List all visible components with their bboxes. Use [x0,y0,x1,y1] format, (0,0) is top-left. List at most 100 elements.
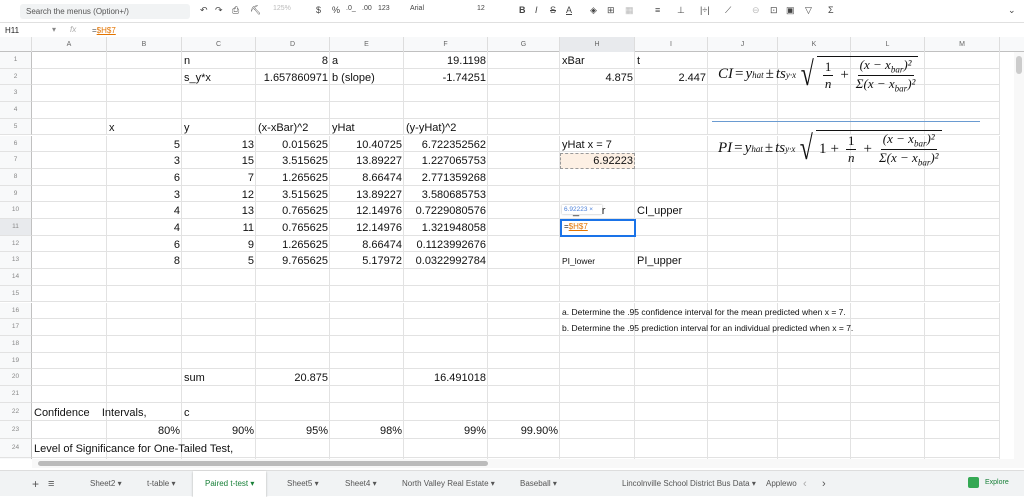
grid-cell[interactable] [708,285,778,303]
grid-cell[interactable] [330,402,404,421]
grid-cell[interactable] [404,319,488,336]
cell-f6[interactable]: 6.722352562 [404,136,488,153]
grid-cell[interactable] [560,386,635,403]
cell-h1[interactable]: xBar [560,52,587,69]
grid-cell[interactable] [256,335,330,353]
grid-cell[interactable] [925,68,1000,86]
grid-cell[interactable] [708,185,778,203]
grid-cell[interactable] [635,352,708,370]
grid-cell[interactable] [488,202,560,219]
grid-cell[interactable] [182,52,256,69]
grid-cell[interactable] [107,85,182,103]
grid-cell[interactable] [330,319,404,336]
grid-cell[interactable] [330,285,404,303]
grid-cell[interactable] [925,319,1000,336]
grid-cell[interactable] [32,319,107,336]
grid-cell[interactable] [488,235,560,253]
grid-cell[interactable] [182,402,256,421]
grid-cell[interactable] [488,68,560,86]
grid-cell[interactable] [330,369,404,386]
grid-cell[interactable] [107,335,182,353]
grid-cell[interactable] [851,421,925,440]
row-header-22[interactable]: 22 [0,402,32,421]
grid-cell[interactable] [32,369,107,386]
row-header-9[interactable]: 9 [0,185,32,203]
row-header-21[interactable]: 21 [0,386,32,403]
grid-cell[interactable] [32,335,107,353]
grid-cell[interactable] [404,439,488,458]
cell-c1[interactable]: n [182,52,192,69]
row-header-1[interactable]: 1 [0,52,32,69]
grid-cell[interactable] [778,335,851,353]
grid-cell[interactable] [182,386,256,403]
cell-b11[interactable]: 4 [107,219,182,236]
grid-cell[interactable] [851,335,925,353]
column-header-j[interactable]: J [708,37,778,52]
row-header-13[interactable]: 13 [0,252,32,270]
grid-cell[interactable] [107,118,182,136]
cell-d6[interactable]: 0.015625 [256,136,330,153]
cell-c5[interactable]: y [182,119,192,136]
column-header-l[interactable]: L [851,37,925,52]
grid-cell[interactable] [107,269,182,286]
grid-cell[interactable] [488,386,560,403]
grid-cell[interactable] [925,219,1000,236]
scroll-tabs-left-button[interactable]: ‹ [803,471,807,497]
grid-cell[interactable] [851,185,925,203]
grid-cell[interactable] [488,402,560,421]
borders-icon[interactable]: ⊞ [607,5,615,16]
grid-cell[interactable] [925,302,1000,320]
grid-cell[interactable] [925,185,1000,203]
grid-cell[interactable] [635,135,708,153]
grid-cell[interactable] [256,352,330,370]
cell-f2[interactable]: -1.74251 [404,69,488,86]
grid-cell[interactable] [635,439,708,458]
row-header-11[interactable]: 11 [0,219,32,236]
grid-cell[interactable] [925,439,1000,458]
grid-cell[interactable] [635,219,708,236]
grid-cell[interactable] [182,85,256,103]
grid-cell[interactable] [32,85,107,103]
vertical-scroll-thumb[interactable] [1016,56,1022,74]
grid-cell[interactable] [708,269,778,286]
sheet-tab-applewo[interactable]: Applewo [754,471,809,497]
row-header-2[interactable]: 2 [0,68,32,86]
grid-cell[interactable] [851,402,925,421]
cell-f13[interactable]: 0.0322992784 [404,252,488,269]
formula-input[interactable]: =$H$7 [92,26,116,35]
grid-cell[interactable] [851,219,925,236]
grid-cell[interactable] [635,52,708,69]
grid-cell[interactable] [851,386,925,403]
grid-cell[interactable] [635,369,708,386]
cell-e13[interactable]: 5.17972 [330,252,404,269]
grid-cell[interactable] [330,439,404,458]
grid-cell[interactable] [778,369,851,386]
grid-cell[interactable] [182,118,256,136]
grid-cell[interactable] [256,302,330,320]
grid-cell[interactable] [560,118,635,136]
grid-cell[interactable] [778,185,851,203]
grid-cell[interactable] [182,302,256,320]
grid-cell[interactable] [560,235,635,253]
merge-cells-icon[interactable]: ▦ [625,5,634,16]
grid-cell[interactable] [488,369,560,386]
cell-c2[interactable]: s_y*x [182,69,213,86]
grid-cell[interactable] [708,102,778,119]
grid-cell[interactable] [635,185,708,203]
grid-cell[interactable] [708,335,778,353]
grid-cell[interactable] [925,285,1000,303]
grid-cell[interactable] [182,319,256,336]
grid-cell[interactable] [32,252,107,270]
grid-cell[interactable] [851,352,925,370]
grid-cell[interactable] [488,52,560,69]
cell-h6[interactable]: yHat x = 7 [560,136,614,153]
grid-cell[interactable] [256,402,330,421]
sheet-tab-t-table[interactable]: t-table ▾ [135,471,187,497]
grid-cell[interactable] [635,386,708,403]
grid-cell[interactable] [488,168,560,186]
cell-c10[interactable]: 13 [182,202,256,219]
bold-button[interactable]: B [519,5,526,15]
link-icon[interactable]: ⊖ [752,5,760,16]
grid-cell[interactable] [107,302,182,320]
grid-cell[interactable] [32,285,107,303]
